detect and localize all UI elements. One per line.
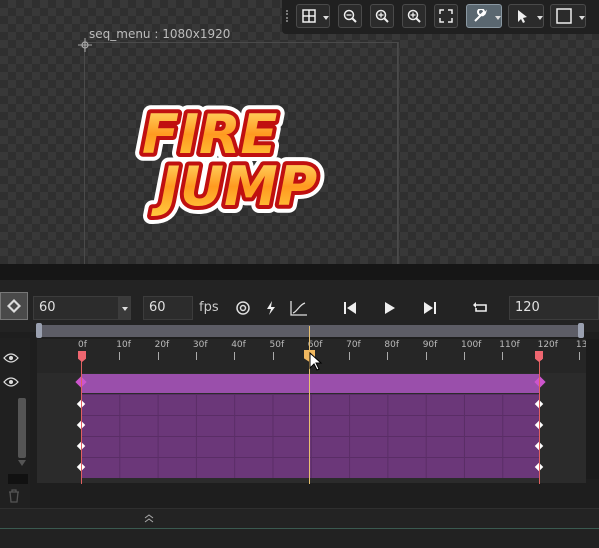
keyframe-diamond-icon	[7, 299, 21, 313]
ruler-tick-label: 80f	[384, 340, 400, 350]
chevron-down-icon	[579, 16, 585, 20]
track-scrollbar[interactable]	[18, 398, 26, 458]
ruler-tick	[272, 352, 274, 360]
ruler-tick-label: 90f	[422, 340, 438, 350]
eye-icon[interactable]	[3, 352, 19, 364]
onion-skin-icon[interactable]	[235, 300, 251, 316]
wrench-icon	[474, 9, 487, 22]
frame-rect-icon	[556, 8, 572, 24]
status-strip	[0, 528, 599, 548]
select-arrow-icon	[518, 10, 527, 23]
ruler-tick	[387, 352, 389, 360]
chevron-down-icon	[323, 16, 329, 20]
chevron-down-icon	[495, 16, 501, 20]
play-icon[interactable]	[382, 300, 398, 316]
zoom-in-button[interactable]	[402, 4, 426, 28]
mouse-cursor-icon	[309, 352, 323, 371]
fullscreen-icon	[439, 9, 453, 23]
range-handle-start[interactable]	[36, 323, 42, 338]
ruler-tick-label: 50f	[269, 340, 285, 350]
chevron-down-icon	[537, 16, 543, 20]
sequence-frame-label: seq_menu : 1080x1920	[89, 27, 231, 41]
track-eye-icon[interactable]	[3, 376, 19, 388]
ruler-tick-label: 20f	[154, 340, 170, 350]
ruler-tick	[195, 352, 197, 360]
end-frame-input[interactable]: 120	[509, 296, 599, 320]
current-frame-dropdown[interactable]	[119, 296, 131, 320]
fps-input[interactable]: 60	[143, 296, 193, 320]
frame-display-button[interactable]	[550, 4, 586, 28]
range-handle-end[interactable]	[578, 323, 584, 338]
frame-guide-line	[398, 42, 399, 264]
select-tool-button[interactable]	[508, 4, 544, 28]
ruler-tick-label: 120f	[537, 340, 558, 350]
ruler-tick	[464, 352, 465, 360]
current-frame-input[interactable]: 60	[33, 296, 119, 320]
fullscreen-button[interactable]	[434, 4, 458, 28]
ruler-tick-label: 110f	[499, 340, 520, 350]
toolbar-grip[interactable]	[286, 10, 293, 22]
ruler-tick-label: 70f	[346, 340, 361, 350]
zoom-reset-button[interactable]	[370, 4, 394, 28]
zoom-in-icon	[375, 9, 389, 23]
wrench-button[interactable]	[466, 4, 502, 28]
collapse-up-icon[interactable]	[144, 513, 154, 523]
ruler-tick-label: 30f	[192, 340, 208, 350]
skip-to-end-icon[interactable]	[422, 300, 438, 316]
ruler-tick-label: 100f	[461, 340, 482, 350]
grid-icon	[302, 9, 316, 23]
ruler-tick	[578, 352, 580, 360]
track-color-swatch	[8, 474, 28, 484]
viewport-toolbar	[282, 0, 599, 34]
zoom-fit-icon	[407, 9, 421, 23]
ruler-tick	[502, 352, 504, 360]
clip-header[interactable]	[81, 374, 540, 393]
loop-icon[interactable]	[472, 299, 490, 317]
chevron-down-icon	[122, 307, 128, 311]
canvas-viewport[interactable]: seq_menu : 1080x1920 FIRE FIRE FIRE JUMP…	[0, 0, 599, 264]
keyframe-mode-button[interactable]	[0, 292, 28, 320]
start-frame-line	[81, 352, 82, 484]
curve-editor-icon[interactable]	[290, 300, 308, 316]
ruler-tick	[425, 352, 427, 360]
trash-icon[interactable]	[8, 489, 20, 503]
ruler-tick	[234, 352, 236, 360]
ruler-tick-label: 0f	[78, 340, 87, 350]
ruler-tick	[157, 352, 159, 360]
clip-body[interactable]	[81, 394, 540, 478]
lightning-icon[interactable]	[264, 300, 278, 316]
panel-divider[interactable]	[0, 264, 599, 290]
ruler-tick	[349, 352, 351, 360]
zoom-out-icon	[343, 9, 357, 23]
logo-line2: JUMP	[151, 155, 317, 218]
grid-button[interactable]	[296, 4, 330, 28]
scroll-down-icon[interactable]	[18, 460, 26, 466]
fire-jump-logo[interactable]: FIRE FIRE FIRE JUMP JUMP JUMP	[130, 95, 360, 225]
timeline-range-scrollbar[interactable]	[37, 325, 583, 337]
fps-label: fps	[199, 300, 219, 315]
ruler-tick	[119, 352, 121, 360]
ruler-tick-label: 10f	[116, 340, 131, 350]
playhead-line	[309, 326, 310, 484]
ruler-tick-label: 40f	[231, 340, 246, 350]
right-gutter	[586, 339, 599, 479]
timeline-footer	[0, 508, 599, 529]
skip-to-start-icon[interactable]	[342, 300, 358, 316]
end-frame-line	[539, 352, 540, 484]
zoom-out-button[interactable]	[338, 4, 362, 28]
